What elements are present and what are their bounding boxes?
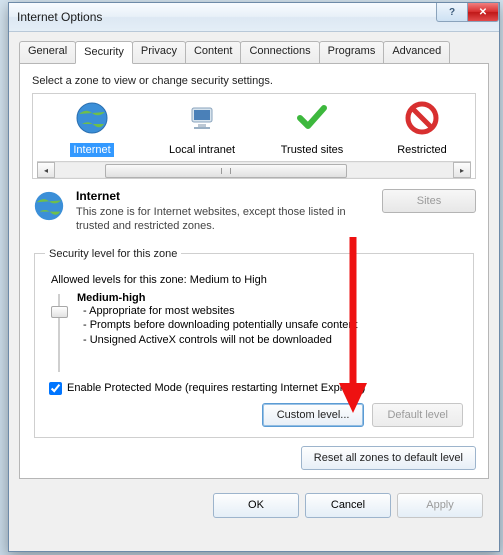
- level-bullet: - Prompts before downloading potentially…: [83, 318, 358, 333]
- zone-list: Internet Local intranet: [32, 93, 476, 179]
- security-level-slider[interactable]: [51, 294, 67, 372]
- tabstrip: General Security Privacy Content Connect…: [19, 41, 489, 64]
- ok-button[interactable]: OK: [213, 493, 299, 518]
- level-bullet: - Appropriate for most websites: [83, 304, 358, 319]
- zone-label: Local intranet: [166, 143, 238, 157]
- level-name: Medium-high: [77, 292, 358, 304]
- zone-label: Trusted sites: [278, 143, 347, 157]
- checkmark-icon: [294, 100, 330, 136]
- protected-mode-checkbox[interactable]: [49, 382, 62, 395]
- titlebar[interactable]: Internet Options ? ✕: [9, 3, 499, 32]
- zone-subtitle: This zone is for Internet websites, exce…: [76, 205, 372, 234]
- tab-general[interactable]: General: [19, 41, 76, 63]
- custom-level-button[interactable]: Custom level...: [262, 403, 365, 427]
- security-panel: Select a zone to view or change security…: [19, 63, 489, 479]
- zone-item-internet[interactable]: Internet: [37, 100, 147, 157]
- level-description: Medium-high - Appropriate for most websi…: [77, 292, 358, 349]
- tab-advanced[interactable]: Advanced: [383, 41, 450, 63]
- zone-label: Restricted: [394, 143, 450, 157]
- help-button[interactable]: ?: [436, 3, 468, 22]
- window-title: Internet Options: [17, 10, 102, 24]
- sites-button: Sites: [382, 189, 476, 213]
- security-level-group: Security level for this zone Allowed lev…: [34, 248, 474, 438]
- allowed-levels-text: Allowed levels for this zone: Medium to …: [51, 274, 463, 286]
- dialog-buttons: OK Cancel Apply: [19, 493, 489, 518]
- horizontal-scrollbar[interactable]: ◂ ▸: [37, 161, 471, 178]
- zone-title: Internet: [76, 189, 372, 203]
- tab-connections[interactable]: Connections: [240, 41, 319, 63]
- internet-options-dialog: Internet Options ? ✕ General Security Pr…: [8, 2, 500, 552]
- scroll-thumb[interactable]: [105, 164, 347, 178]
- computer-icon: [184, 100, 220, 136]
- scroll-track[interactable]: [55, 163, 453, 177]
- zone-item-trusted-sites[interactable]: Trusted sites: [257, 100, 367, 157]
- globe-icon: [32, 189, 66, 223]
- tab-programs[interactable]: Programs: [319, 41, 385, 63]
- cancel-button[interactable]: Cancel: [305, 493, 391, 518]
- zone-instruction: Select a zone to view or change security…: [32, 75, 476, 87]
- client-area: General Security Privacy Content Connect…: [9, 32, 499, 526]
- protected-mode-label: Enable Protected Mode (requires restarti…: [67, 382, 365, 394]
- security-level-legend: Security level for this zone: [45, 248, 181, 260]
- zone-item-local-intranet[interactable]: Local intranet: [147, 100, 257, 157]
- close-button[interactable]: ✕: [468, 3, 499, 22]
- globe-icon: [74, 100, 110, 136]
- level-bullet: - Unsigned ActiveX controls will not be …: [83, 333, 358, 348]
- scroll-left-arrow[interactable]: ◂: [37, 162, 55, 178]
- tab-privacy[interactable]: Privacy: [132, 41, 186, 63]
- zone-label: Internet: [70, 143, 113, 157]
- zone-item-restricted-sites[interactable]: Restricted: [367, 100, 471, 157]
- tab-security[interactable]: Security: [75, 41, 133, 64]
- apply-button: Apply: [397, 493, 483, 518]
- zone-description: Internet This zone is for Internet websi…: [32, 189, 476, 234]
- tab-content[interactable]: Content: [185, 41, 242, 63]
- restricted-icon: [404, 100, 440, 136]
- default-level-button: Default level: [372, 403, 463, 427]
- scroll-right-arrow[interactable]: ▸: [453, 162, 471, 178]
- reset-zones-button[interactable]: Reset all zones to default level: [301, 446, 476, 470]
